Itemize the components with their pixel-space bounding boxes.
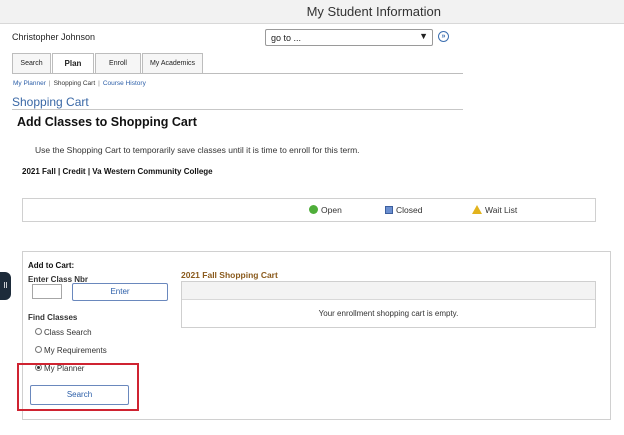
breadcrumb-course-history[interactable]: Course History xyxy=(103,80,146,87)
breadcrumb-separator: | xyxy=(48,80,51,87)
tab-search[interactable]: Search xyxy=(12,53,51,73)
tab-my-academics[interactable]: My Academics xyxy=(142,53,203,73)
status-legend: Open Closed Wait List xyxy=(22,198,596,222)
goto-select[interactable]: go to ... ▼ xyxy=(265,29,433,46)
breadcrumb: My Planner | Shopping Cart | Course History xyxy=(13,80,146,87)
goto-select-value: go to ... xyxy=(271,33,302,43)
option-my-requirements-label: My Requirements xyxy=(44,346,107,355)
radio-button[interactable] xyxy=(35,328,42,335)
legend-wait-list: Wait List xyxy=(472,205,517,215)
wait-list-icon xyxy=(472,205,482,214)
app-title: My Student Information xyxy=(306,4,441,19)
option-class-search[interactable]: Class Search xyxy=(35,328,92,337)
option-my-requirements[interactable]: My Requirements xyxy=(35,346,107,355)
legend-open: Open xyxy=(309,205,342,215)
breadcrumb-my-planner[interactable]: My Planner xyxy=(13,80,46,87)
cart-empty-message: Your enrollment shopping cart is empty. xyxy=(318,309,459,318)
open-status-icon xyxy=(309,205,318,214)
cart-table-header xyxy=(182,282,595,300)
closed-status-icon xyxy=(385,206,393,214)
cart-table: Your enrollment shopping cart is empty. xyxy=(181,281,596,328)
breadcrumb-separator: | xyxy=(98,80,100,87)
term-info: 2021 Fall | Credit | Va Western Communit… xyxy=(22,167,213,176)
add-to-cart-label: Add to Cart: xyxy=(28,261,75,270)
goto-button[interactable]: » xyxy=(438,31,449,42)
breadcrumb-shopping-cart: Shopping Cart xyxy=(53,80,96,87)
option-class-search-label: Class Search xyxy=(44,328,92,337)
tab-enroll[interactable]: Enroll xyxy=(95,53,141,73)
legend-closed-label: Closed xyxy=(396,205,423,215)
class-nbr-input[interactable] xyxy=(32,284,62,299)
instructions-text: Use the Shopping Cart to temporarily sav… xyxy=(35,145,360,155)
side-panel-handle[interactable]: II xyxy=(0,272,11,300)
legend-closed: Closed xyxy=(385,205,422,215)
radio-button[interactable] xyxy=(35,346,42,353)
section-divider xyxy=(12,109,463,110)
chevron-down-icon: ▼ xyxy=(419,31,428,41)
tab-divider xyxy=(12,73,463,74)
enter-button[interactable]: Enter xyxy=(72,283,168,301)
section-title: Shopping Cart xyxy=(12,95,89,109)
top-bar: My Student Information xyxy=(0,0,624,24)
legend-open-label: Open xyxy=(321,205,342,215)
find-classes-label: Find Classes xyxy=(28,313,78,322)
tab-plan[interactable]: Plan xyxy=(52,53,94,74)
legend-wait-list-label: Wait List xyxy=(485,205,518,215)
search-button[interactable]: Search xyxy=(30,385,129,405)
page-title: Add Classes to Shopping Cart xyxy=(17,115,197,129)
cart-title: 2021 Fall Shopping Cart xyxy=(181,270,278,280)
user-name: Christopher Johnson xyxy=(12,32,96,42)
